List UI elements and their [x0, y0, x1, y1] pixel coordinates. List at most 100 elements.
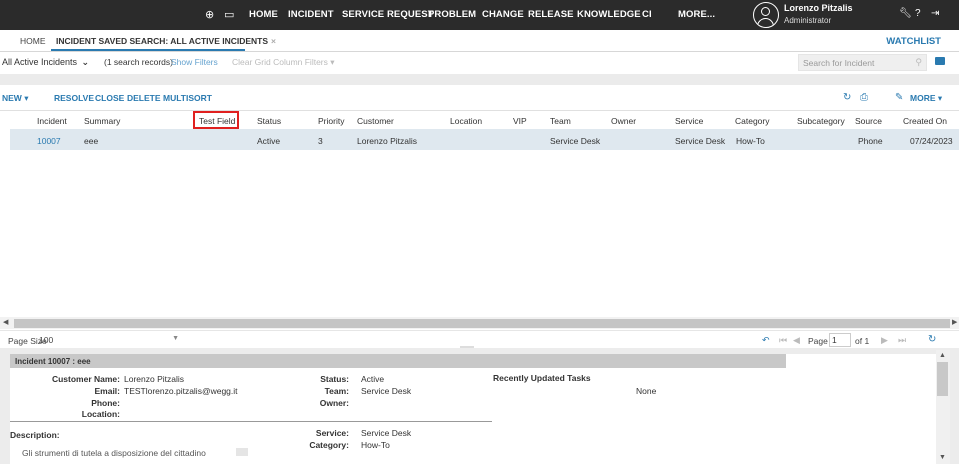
nav-knowledge[interactable]: KNOWLEDGE [577, 9, 641, 20]
tab-home[interactable]: HOME [20, 36, 46, 46]
search-record-count: (1 search records) [104, 57, 173, 67]
saved-search-dropdown[interactable]: All Active Incidents ⌄ [2, 57, 89, 68]
clear-filters-link[interactable]: Clear Grid Column Filters ▾ [232, 57, 335, 68]
page-size-value: 100 [39, 335, 54, 345]
nav-more[interactable]: MORE... [678, 9, 715, 20]
close-button[interactable]: CLOSE [95, 93, 124, 103]
resolve-button[interactable]: RESOLVE [54, 93, 94, 103]
top-navigation-bar: ⊕ ▭ HOME INCIDENT SERVICE REQUEST PROBLE… [0, 0, 959, 30]
column-header-source[interactable]: Source [855, 116, 882, 126]
column-header-subcategory[interactable]: Subcategory [797, 116, 845, 126]
cell-priority: 3 [318, 136, 323, 146]
watchlist-link[interactable]: WATCHLIST [886, 36, 941, 47]
scroll-right-icon[interactable]: ▶ [952, 318, 957, 326]
location-label: Location: [81, 409, 120, 419]
recent-tasks-value: None [636, 386, 657, 396]
page-of-label: of 1 [855, 336, 870, 346]
column-header-vip[interactable]: VIP [513, 116, 527, 126]
phone-label: Phone: [91, 398, 120, 408]
column-header-team[interactable]: Team [550, 116, 571, 126]
last-page-icon[interactable]: ⏭ [898, 335, 906, 346]
nav-ci[interactable]: CI [642, 9, 652, 20]
filter-bar: All Active Incidents ⌄ (1 search records… [0, 52, 959, 74]
column-header-owner[interactable]: Owner [611, 116, 636, 126]
show-filters-link[interactable]: Show Filters [171, 57, 218, 67]
incident-detail-panel: Incident 10007 : eee Customer Name: Lore… [10, 354, 936, 464]
next-page-icon[interactable]: ▶ [881, 335, 888, 346]
help-icon[interactable]: ? [915, 8, 921, 19]
plus-circle-icon[interactable]: ⊕ [205, 8, 214, 21]
column-header-status[interactable]: Status [257, 116, 281, 126]
detail-divider [10, 421, 492, 422]
cell-service: Service Desk [675, 136, 726, 146]
nav-change[interactable]: CHANGE [482, 9, 524, 20]
refresh-icon[interactable]: ↻ [843, 92, 851, 103]
table-row[interactable]: 10007 eee Active 3 Lorenzo Pitzalis Serv… [10, 129, 959, 150]
user-role: Administrator [784, 16, 832, 25]
cell-customer: Lorenzo Pitzalis [357, 136, 418, 146]
chat-icon[interactable]: ▭ [224, 8, 234, 21]
cell-source: Phone [858, 136, 883, 146]
column-header-customer[interactable]: Customer [357, 116, 394, 126]
column-header-created-on[interactable]: Created On [903, 116, 947, 126]
more-button[interactable]: MORE ▾ [910, 93, 942, 104]
user-name[interactable]: Lorenzo Pitzalis [784, 3, 853, 13]
scroll-up-icon[interactable]: ▲ [939, 352, 946, 359]
pager-bar: Page Size 100 ▼ ↶ ⏮ ◀ Page 1 of 1 ▶ ⏭ ↻ [0, 330, 959, 348]
search-input[interactable]: Search for Incident ⚲ [798, 54, 927, 71]
pin-icon[interactable]: ✎ [895, 92, 903, 103]
tab-bar: HOME INCIDENT SAVED SEARCH: ALL ACTIVE I… [0, 30, 959, 52]
cell-created-on: 07/24/2023 [910, 136, 953, 146]
vertical-scrollbar[interactable]: ▲ ▼ [936, 350, 950, 464]
folder-icon[interactable] [935, 57, 945, 65]
delete-button[interactable]: DELETE [127, 93, 161, 103]
chevron-down-icon: ▼ [172, 335, 179, 342]
column-header-priority[interactable]: Priority [318, 116, 344, 126]
refresh-icon[interactable]: ↻ [928, 334, 936, 345]
nav-home[interactable]: HOME [249, 9, 278, 20]
column-header-incident[interactable]: Incident [37, 116, 67, 126]
owner-label: Owner: [319, 398, 349, 408]
page-number-input[interactable]: 1 [829, 333, 851, 347]
tab-incident-saved-search[interactable]: INCIDENT SAVED SEARCH: ALL ACTIVE INCIDE… [56, 36, 276, 46]
logout-icon[interactable]: ⇥ [931, 8, 939, 19]
email-label: Email: [94, 386, 120, 396]
nav-problem[interactable]: PROBLEM [428, 9, 476, 20]
column-header-service[interactable]: Service [675, 116, 703, 126]
close-tab-icon[interactable]: × [271, 36, 276, 46]
scrollbar-thumb[interactable] [14, 319, 950, 328]
new-button[interactable]: NEW ▾ [2, 93, 28, 104]
cell-status: Active [257, 136, 281, 146]
service-label: Service: [315, 428, 349, 438]
description-scrollbar[interactable] [236, 448, 248, 456]
reset-icon[interactable]: ↶ [762, 335, 770, 346]
search-icon[interactable]: ⚲ [915, 57, 922, 68]
cell-incident[interactable]: 10007 [37, 136, 61, 146]
recent-tasks-label: Recently Updated Tasks [493, 373, 591, 383]
wrench-icon[interactable]: 🔧︎ [899, 8, 912, 19]
column-header-summary[interactable]: Summary [84, 116, 120, 126]
column-header-location[interactable]: Location [450, 116, 482, 126]
search-placeholder: Search for Incident [803, 58, 875, 68]
column-header-category[interactable]: Category [735, 116, 770, 126]
cell-summary: eee [84, 136, 99, 146]
page-size-select[interactable]: 100 ▼ [37, 333, 183, 347]
previous-page-icon[interactable]: ◀ [793, 335, 800, 346]
multisort-button[interactable]: MULTISORT [163, 93, 212, 103]
nav-incident[interactable]: INCIDENT [288, 9, 334, 20]
nav-release[interactable]: RELEASE [528, 9, 574, 20]
scrollbar-thumb[interactable] [937, 362, 948, 396]
team-label: Team: [324, 386, 349, 396]
user-avatar-icon[interactable] [753, 2, 779, 28]
team-value: Service Desk [361, 386, 412, 396]
first-page-icon[interactable]: ⏮ [779, 335, 787, 346]
scroll-left-icon[interactable]: ◀ [3, 318, 8, 326]
horizontal-scrollbar[interactable]: ◀ ▶ [0, 317, 959, 329]
category-label: Category: [309, 440, 349, 450]
print-icon[interactable]: ⎙ [860, 92, 868, 103]
nav-service-request[interactable]: SERVICE REQUEST [342, 9, 434, 20]
grid-empty-area [0, 150, 959, 316]
service-value: Service Desk [361, 428, 412, 438]
scroll-down-icon[interactable]: ▼ [939, 454, 946, 461]
page-label: Page [808, 336, 828, 346]
